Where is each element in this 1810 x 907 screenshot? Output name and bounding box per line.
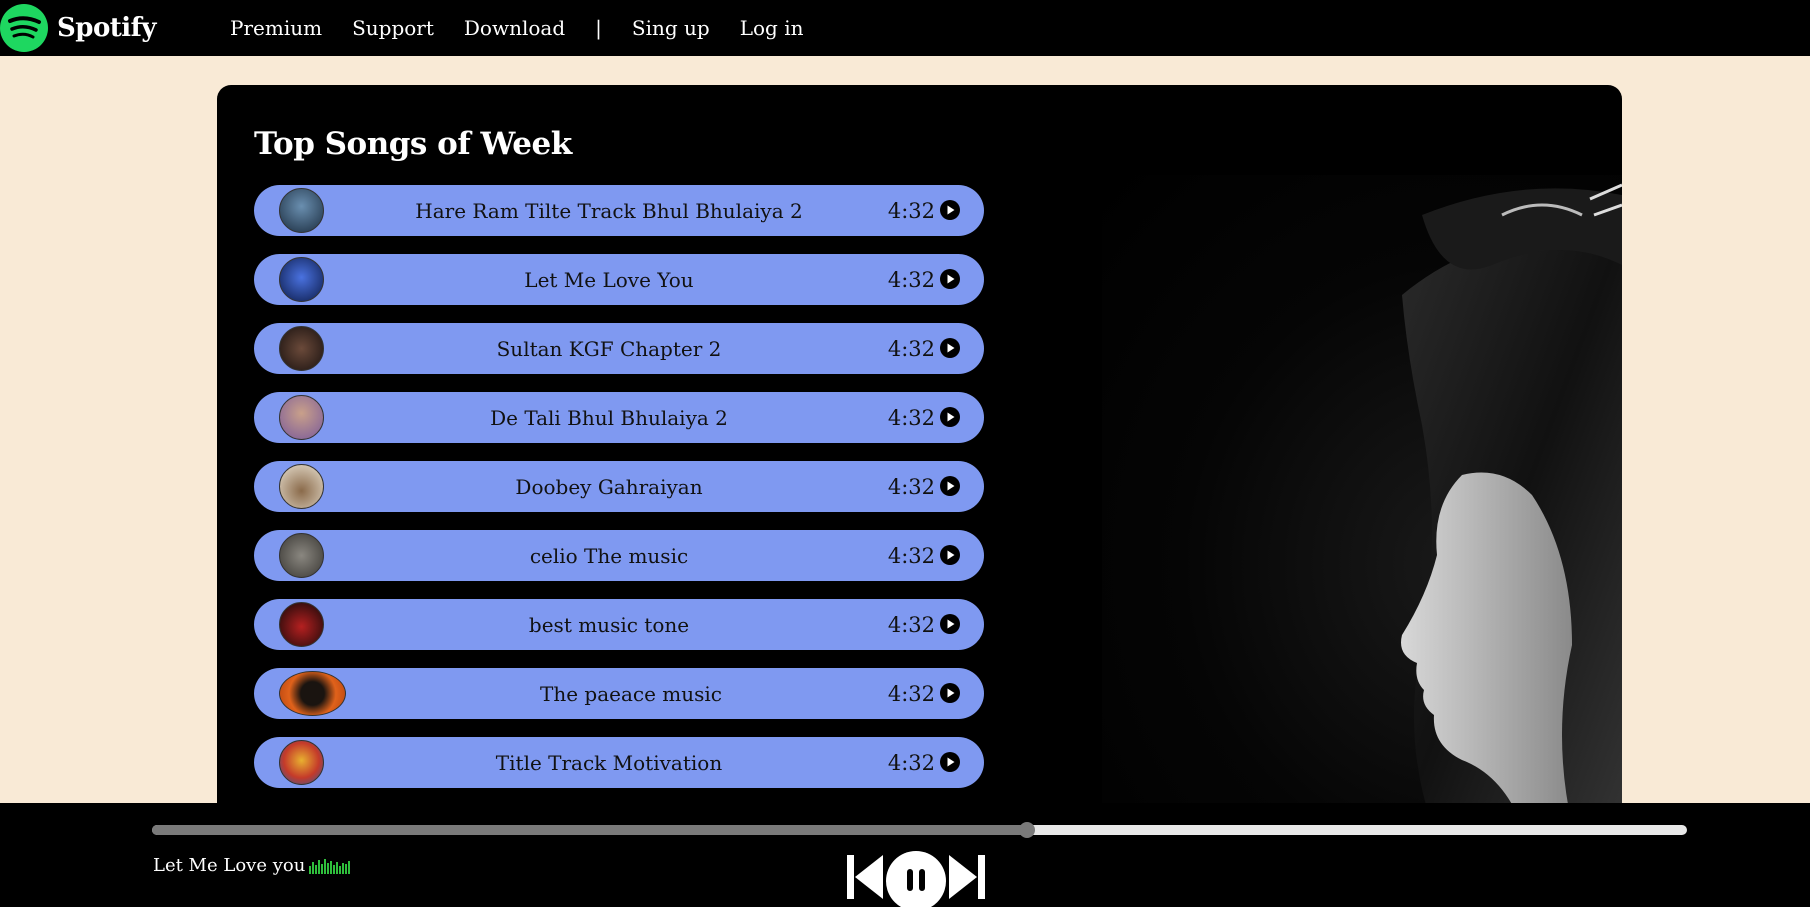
- song-title: Sultan KGF Chapter 2: [496, 336, 722, 361]
- top-songs-card: Top Songs of Week Hare Ram Tilte Track B…: [217, 85, 1622, 825]
- play-circle-icon[interactable]: [940, 269, 960, 289]
- song-item[interactable]: De Tali Bhul Bhulaiya 2 4:32: [254, 392, 984, 443]
- nav-links: Premium Support Download | Sing up Log i…: [230, 0, 833, 56]
- section-title: Top Songs of Week: [254, 126, 572, 162]
- song-duration: 4:32: [887, 405, 935, 430]
- nav-link-download[interactable]: Download: [464, 16, 565, 40]
- song-title: Hare Ram Tilte Track Bhul Bhulaiya 2: [415, 198, 803, 223]
- song-title: Let Me Love You: [524, 267, 694, 292]
- signup-link[interactable]: Sing up: [632, 16, 710, 40]
- nav-link-premium[interactable]: Premium: [230, 16, 322, 40]
- song-duration: 4:32: [887, 267, 935, 292]
- nav-separator: |: [595, 16, 602, 40]
- play-circle-icon[interactable]: [940, 338, 960, 358]
- brand[interactable]: Spotify: [0, 0, 156, 56]
- song-item[interactable]: Hare Ram Tilte Track Bhul Bhulaiya 2 4:3…: [254, 185, 984, 236]
- play-circle-icon[interactable]: [940, 683, 960, 703]
- play-circle-icon[interactable]: [940, 545, 960, 565]
- song-title: The paeace music: [539, 681, 722, 706]
- progress-knob[interactable]: [1018, 822, 1035, 838]
- play-circle-icon[interactable]: [940, 476, 960, 496]
- song-duration: 4:32: [887, 750, 935, 775]
- skip-previous-icon[interactable]: [845, 851, 883, 901]
- equalizer-icon: [309, 858, 351, 874]
- login-link[interactable]: Log in: [740, 16, 804, 40]
- spotify-logo-icon: [0, 4, 48, 52]
- song-item[interactable]: The paeace music 4:32: [254, 668, 984, 719]
- brand-name: Spotify: [57, 13, 156, 43]
- top-navbar: Spotify Premium Support Download | Sing …: [0, 0, 1810, 56]
- song-item[interactable]: Let Me Love You 4:32: [254, 254, 984, 305]
- playback-controls: [845, 851, 995, 907]
- song-list: Hare Ram Tilte Track Bhul Bhulaiya 2 4:3…: [254, 185, 984, 806]
- play-circle-icon[interactable]: [940, 614, 960, 634]
- song-item[interactable]: celio The music 4:32: [254, 530, 984, 581]
- play-circle-icon[interactable]: [940, 407, 960, 427]
- song-title: celio The music: [529, 543, 689, 568]
- song-title: Title Track Motivation: [495, 750, 723, 775]
- song-title: Doobey Gahraiyan: [515, 474, 703, 499]
- progress-fill: [152, 825, 1027, 835]
- song-item[interactable]: Title Track Motivation 4:32: [254, 737, 984, 788]
- song-duration: 4:32: [887, 198, 935, 223]
- song-duration: 4:32: [887, 336, 935, 361]
- progress-bar[interactable]: [152, 822, 1687, 838]
- bottom-player: Let Me Love you: [0, 803, 1810, 907]
- hero-image: [1102, 175, 1622, 825]
- song-item[interactable]: best music tone 4:32: [254, 599, 984, 650]
- song-duration: 4:32: [887, 543, 935, 568]
- song-title: best music tone: [528, 612, 690, 637]
- hero-portrait-image: [1401, 183, 1622, 825]
- now-playing: Let Me Love you: [153, 855, 351, 876]
- song-duration: 4:32: [887, 612, 935, 637]
- play-circle-icon[interactable]: [940, 200, 960, 220]
- pause-icon[interactable]: [883, 851, 949, 907]
- song-duration: 4:32: [887, 681, 935, 706]
- song-duration: 4:32: [887, 474, 935, 499]
- now-playing-title: Let Me Love you: [153, 855, 306, 876]
- song-item[interactable]: Doobey Gahraiyan 4:32: [254, 461, 984, 512]
- skip-next-icon[interactable]: [949, 851, 987, 901]
- song-title: De Tali Bhul Bhulaiya 2: [490, 405, 728, 430]
- song-item[interactable]: Sultan KGF Chapter 2 4:32: [254, 323, 984, 374]
- nav-link-support[interactable]: Support: [352, 16, 434, 40]
- play-circle-icon[interactable]: [940, 752, 960, 772]
